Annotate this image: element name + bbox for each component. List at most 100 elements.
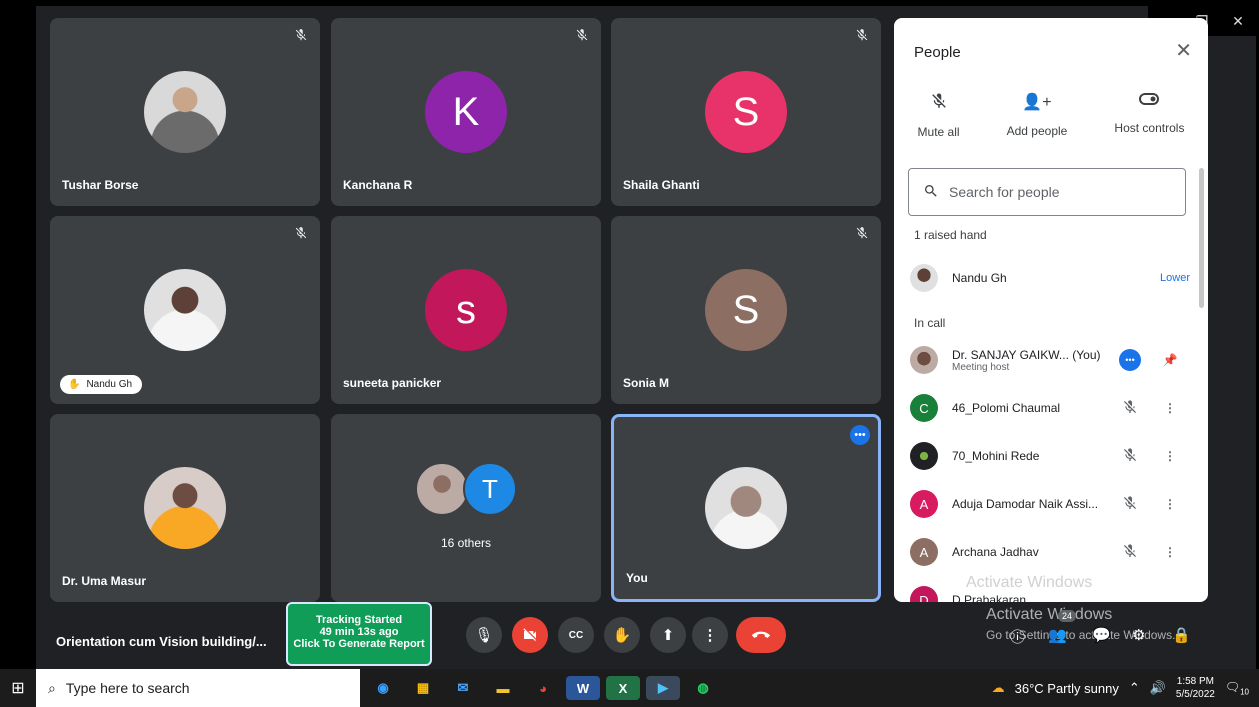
participant-photo — [144, 269, 226, 351]
mic-off-icon — [294, 226, 308, 245]
participant-initial-avatar: A — [910, 538, 938, 566]
lower-hand-button[interactable]: Lower — [1160, 272, 1190, 284]
captions-button[interactable]: CC — [558, 617, 594, 653]
windows-start-icon[interactable]: ⊞ — [0, 678, 36, 698]
mic-off-icon — [855, 226, 869, 245]
leave-call-button[interactable] — [736, 617, 786, 653]
clock[interactable]: 1:58 PM 5/5/2022 — [1176, 675, 1215, 701]
mic-button[interactable]: 🎙 — [466, 617, 502, 653]
others-tile[interactable]: T 16 others — [331, 414, 601, 602]
more-vert-icon[interactable]: ⋮ — [1150, 401, 1190, 415]
toggle-icon — [1139, 92, 1160, 109]
present-button[interactable]: ⬆ — [650, 617, 686, 653]
people-icon[interactable]: 👥 — [1048, 626, 1067, 644]
raised-hand-badge: ✋ Nandu Gh — [60, 375, 143, 394]
raise-hand-button[interactable]: ✋ — [604, 617, 640, 653]
participant-row[interactable]: A Aduja Damodar Naik Assi... ⋮ — [910, 484, 1190, 524]
participant-name: Shaila Ghanti — [623, 178, 700, 192]
search-icon: ⌕ — [48, 679, 56, 696]
people-count-badge: 24 — [1058, 610, 1077, 622]
chevron-up-icon[interactable]: ⌃ — [1129, 680, 1140, 696]
notifications-icon[interactable]: 🗨10 — [1225, 680, 1249, 696]
panel-actions: Mute all 👤+ Add people Host controls — [894, 92, 1208, 139]
host-controls-button[interactable]: Host controls — [1114, 92, 1184, 139]
media-player-icon[interactable]: ▶ — [646, 676, 680, 700]
participant-tile[interactable]: Dr. Uma Masur — [50, 414, 320, 602]
add-person-icon: 👤+ — [1022, 94, 1052, 111]
file-explorer-icon[interactable]: ▬ — [486, 676, 520, 700]
participant-initial-avatar: S — [705, 71, 787, 153]
windows-taskbar: ⊞ ⌕ Type here to search ◉ ▦ ✉ ▬ ◕ W X ▶ … — [0, 669, 1259, 707]
store-icon[interactable]: ▦ — [406, 676, 440, 700]
self-tile[interactable]: ••• You — [611, 414, 881, 602]
more-options-icon[interactable]: ••• — [1110, 349, 1150, 371]
host-info: Dr. SANJAY GAIKW... (You) Meeting host — [952, 348, 1110, 373]
weather-text[interactable]: 36°C Partly sunny — [1015, 681, 1119, 696]
mute-all-button[interactable]: Mute all — [918, 92, 960, 139]
tracking-report-button[interactable]: Tracking Started 49 min 13s ago Click To… — [286, 602, 432, 666]
activities-icon[interactable]: ⚙ — [1132, 626, 1145, 644]
participant-initial-avatar: s — [425, 269, 507, 351]
in-call-section: In call — [914, 316, 946, 330]
raised-hand-name: Nandu Gh — [86, 379, 133, 390]
info-icon[interactable]: ⓘ — [1010, 626, 1025, 647]
search-placeholder: Search for people — [949, 184, 1060, 200]
you-label: (You) — [1072, 347, 1101, 362]
close-window-button[interactable]: ✕ — [1220, 6, 1256, 36]
more-vert-icon[interactable]: ⋮ — [1150, 497, 1190, 511]
participant-tile[interactable]: S Sonia M — [611, 216, 881, 404]
host-lock-icon[interactable]: 🔒 — [1172, 626, 1191, 644]
participant-name: 46_Polomi Chaumal — [952, 401, 1061, 415]
mic-off-icon[interactable] — [1110, 399, 1150, 418]
participant-initial-avatar: A — [910, 490, 938, 518]
generate-report-label: Click To Generate Report — [293, 638, 425, 650]
participant-tile[interactable]: s suneeta panicker — [331, 216, 601, 404]
raised-hand-row[interactable]: Nandu Gh Lower — [910, 258, 1190, 298]
participant-name: Dr. SANJAY GAIKW... — [952, 347, 1069, 362]
meet-window: — ❐ ✕ Tushar Borse K Kanchana R S Shaila… — [36, 6, 1256, 669]
tracking-status: Tracking Started — [315, 614, 403, 626]
whatsapp-icon[interactable]: ◍ — [686, 676, 720, 700]
time: 1:58 PM — [1176, 676, 1215, 687]
participant-row[interactable]: 70_Mohini Rede ⋮ — [910, 436, 1190, 476]
pin-icon[interactable]: 📌 — [1150, 353, 1190, 367]
meeting-title: Orientation cum Vision building/... — [56, 634, 267, 649]
more-options-button[interactable]: ⋮ — [692, 617, 728, 653]
participant-tile[interactable]: Tushar Borse — [50, 18, 320, 206]
add-people-button[interactable]: 👤+ Add people — [1007, 92, 1068, 139]
volume-icon[interactable]: 🔊 — [1150, 680, 1166, 696]
close-icon[interactable]: ✕ — [1175, 38, 1192, 63]
edge-icon[interactable]: ◉ — [366, 676, 400, 700]
more-options-icon[interactable]: ••• — [850, 425, 870, 445]
mic-off-icon — [855, 28, 869, 47]
camera-off-button[interactable] — [512, 617, 548, 653]
mic-off-icon[interactable] — [1110, 495, 1150, 514]
mic-off-icon[interactable] — [1110, 447, 1150, 466]
participant-name: suneeta panicker — [343, 376, 442, 390]
excel-icon[interactable]: X — [606, 676, 640, 700]
participant-name: Aduja Damodar Naik Assi... — [952, 497, 1099, 511]
mic-off-icon[interactable] — [1110, 543, 1150, 562]
participant-row[interactable]: C 46_Polomi Chaumal ⋮ — [910, 388, 1190, 428]
host-controls-label: Host controls — [1114, 121, 1185, 135]
system-tray: ☁ 36°C Partly sunny ⌃ 🔊 1:58 PM 5/5/2022… — [992, 669, 1259, 707]
participant-tile[interactable]: S Shaila Ghanti — [611, 18, 881, 206]
participant-tile[interactable]: K Kanchana R — [331, 18, 601, 206]
participant-row[interactable]: A Archana Jadhav ⋮ — [910, 532, 1190, 572]
chat-icon[interactable]: 💬 — [1092, 626, 1111, 644]
taskbar-search-input[interactable]: ⌕ Type here to search — [36, 669, 360, 707]
more-vert-icon[interactable]: ⋮ — [1150, 545, 1190, 559]
chrome-icon[interactable]: ◕ — [526, 676, 560, 700]
participant-name: Archana Jadhav — [952, 545, 1039, 559]
search-people-input[interactable]: Search for people — [908, 168, 1186, 216]
more-vert-icon[interactable]: ⋮ — [1150, 449, 1190, 463]
mail-icon[interactable]: ✉ — [446, 676, 480, 700]
participant-initial-avatar: T — [463, 462, 517, 516]
panel-scrollbar[interactable] — [1199, 168, 1204, 308]
host-row[interactable]: Dr. SANJAY GAIKW... (You) Meeting host •… — [910, 340, 1190, 380]
search-icon — [923, 183, 939, 202]
word-icon[interactable]: W — [566, 676, 600, 700]
participant-name: Dr. Uma Masur — [62, 574, 147, 588]
mic-off-icon — [294, 28, 308, 47]
participant-tile[interactable]: ✋ Nandu Gh — [50, 216, 320, 404]
